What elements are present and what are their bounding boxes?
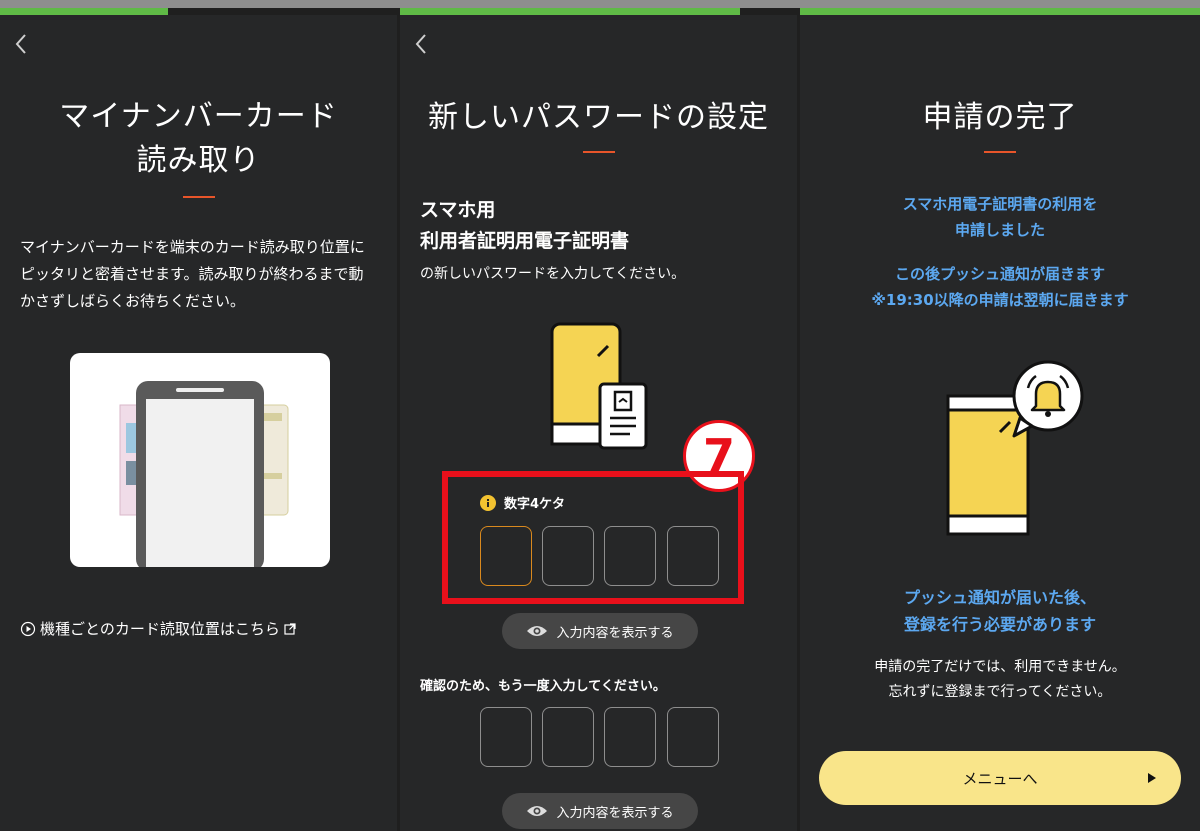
card-read-illustration <box>70 353 330 567</box>
applied-line-2: 申請しました <box>954 221 1045 239</box>
applied-line-1: スマホ用電子証明書の利用を <box>902 195 1098 213</box>
menu-button[interactable]: メニューへ <box>819 751 1181 805</box>
title-underline <box>583 151 615 153</box>
pin-digit-3[interactable] <box>604 526 656 586</box>
registration-required-message: プッシュ通知が届いた後、 登録を行う必要があります <box>800 584 1200 638</box>
card-read-panel: マイナンバーカード 読み取り マイナンバーカードを端末のカード読み取り位置に ピ… <box>0 15 397 831</box>
pin-digit-2[interactable] <box>542 526 594 586</box>
info-icon <box>480 494 496 511</box>
confirm-pin-digit-1[interactable] <box>480 707 532 767</box>
page-title: 新しいパスワードの設定 <box>428 100 769 135</box>
eye-icon <box>527 626 548 636</box>
note-line-2: 忘れずに登録まで行ってください。 <box>888 684 1112 700</box>
pin-hint-label: 数字4ケタ <box>504 497 566 512</box>
card-position-link[interactable]: 機種ごとのカード読取位置はこちら <box>20 618 297 639</box>
back-chevron-icon <box>415 34 426 54</box>
status-bar <box>0 0 1200 8</box>
pin-digit-4[interactable] <box>667 526 719 586</box>
desc-line-1: マイナンバーカードを端末のカード読み取り位置に <box>20 238 365 256</box>
title-underline <box>984 151 1016 153</box>
show-input-button[interactable]: 入力内容を表示する <box>502 613 698 649</box>
phone-bell-icon <box>946 360 1084 536</box>
title-line-2: 読み取り <box>136 143 261 178</box>
note-line-1: 申請の完了だけでは、利用できません。 <box>874 659 1126 675</box>
back-chevron-icon <box>15 34 26 54</box>
play-circle-icon <box>20 621 36 636</box>
confirm-pin-digit-3[interactable] <box>604 707 656 767</box>
pin-digit-1[interactable] <box>480 526 532 586</box>
register-line-2: 登録を行う必要があります <box>903 615 1096 634</box>
back-button[interactable] <box>10 29 34 59</box>
title-line-1: マイナンバーカード <box>59 99 338 134</box>
page-title: 申請の完了 <box>922 100 1078 135</box>
password-setup-panel: 新しいパスワードの設定 スマホ用 利用者証明用電子証明書 の新しいパスワードを入… <box>400 15 797 831</box>
play-triangle-icon <box>1148 773 1156 783</box>
confirm-instruction: 確認のため、もう一度入力してください。 <box>420 679 666 694</box>
desc-line-3: かさずしばらくお待ちください。 <box>20 292 246 310</box>
push-line-1: この後プッシュ通知が届きます <box>894 265 1105 283</box>
register-line-1: プッシュ通知が届いた後、 <box>903 588 1096 607</box>
external-link-icon <box>284 622 296 635</box>
page-title: マイナンバーカード 読み取り <box>0 95 397 183</box>
instruction-text: マイナンバーカードを端末のカード読み取り位置に ピッタリと密着させます。読み取り… <box>20 234 390 315</box>
show-confirm-input-label: 入力内容を表示する <box>556 805 674 821</box>
confirm-pin-digit-2[interactable] <box>542 707 594 767</box>
title-underline <box>183 196 215 198</box>
back-button[interactable] <box>410 29 434 59</box>
application-complete-panel: 申請の完了 スマホ用電子証明書の利用を 申請しました この後プッシュ通知が届きま… <box>800 15 1200 831</box>
desc-line-2: ピッタリと密着させます。読み取りが終わるまで動 <box>20 265 364 283</box>
show-confirm-input-button[interactable]: 入力内容を表示する <box>502 793 698 829</box>
progress-segment-1 <box>0 8 168 15</box>
show-input-label: 入力内容を表示する <box>556 625 674 641</box>
menu-button-label: メニューへ <box>962 769 1038 788</box>
card-position-link-label: 機種ごとのカード読取位置はこちら <box>40 620 280 638</box>
pin-hint: 数字4ケタ <box>480 493 565 512</box>
phone-certificate-icon <box>550 322 648 450</box>
push-notice-message: この後プッシュ通知が届きます ※19:30以降の申請は翌朝に届きます <box>800 261 1200 313</box>
heading-line-1: スマホ用 <box>420 199 496 221</box>
eye-icon <box>527 806 548 816</box>
push-line-2: ※19:30以降の申請は翌朝に届きます <box>871 291 1129 309</box>
applied-message: スマホ用電子証明書の利用を 申請しました <box>800 191 1200 243</box>
instruction-text: の新しいパスワードを入力してください。 <box>420 266 686 282</box>
confirm-pin-digit-4[interactable] <box>667 707 719 767</box>
certificate-heading: スマホ用 利用者証明用電子証明書 <box>420 195 629 257</box>
heading-line-2: 利用者証明用電子証明書 <box>420 230 630 252</box>
completion-note: 申請の完了だけでは、利用できません。 忘れずに登録まで行ってください。 <box>800 655 1200 705</box>
progress-segment-3 <box>800 8 1200 15</box>
progress-segment-2 <box>400 8 740 15</box>
